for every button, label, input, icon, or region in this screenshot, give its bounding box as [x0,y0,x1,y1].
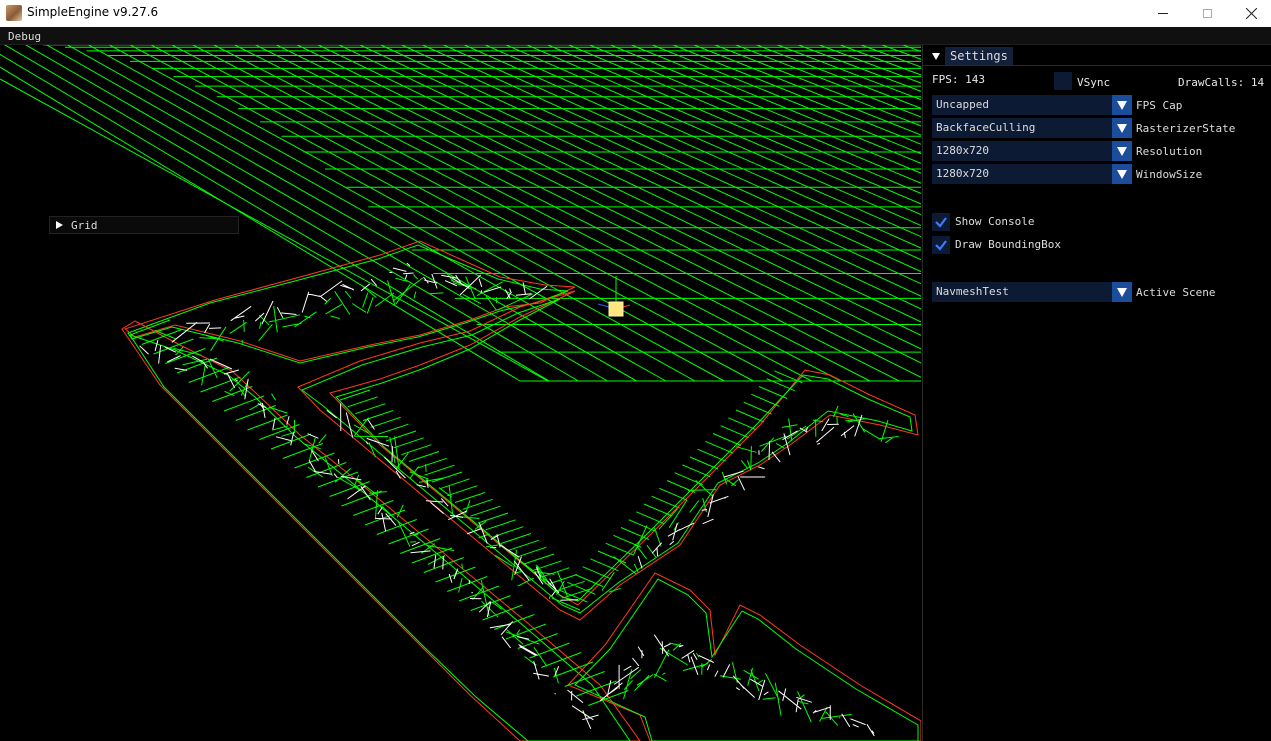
grid-line [463,45,921,249]
settings-title: Settings [945,47,1013,65]
fps-cap-combo[interactable]: Uncapped [932,95,1132,115]
grid-line [24,45,608,382]
grid-window[interactable]: Grid [49,216,239,234]
draw-boundingbox-checkbox[interactable] [932,236,950,254]
grid-line [45,45,637,382]
grid-line [87,45,696,382]
light-gizmo[interactable] [597,276,631,317]
window-size-value: 1280x720 [936,167,989,180]
window-title: SimpleEngine v9.27.6 [27,5,159,19]
active-scene-label: Active Scene [1136,286,1216,299]
fps-cap-value: Uncapped [936,98,989,111]
minimize-icon [1158,13,1168,14]
drawcalls-readout: DrawCalls: 14 [1178,76,1265,89]
expand-arrow-icon[interactable] [56,221,63,229]
grid-line [588,45,921,184]
close-button[interactable] [1228,0,1271,27]
menu-debug[interactable]: Debug [8,30,41,43]
grid-line [776,45,921,101]
grid-line [918,45,921,381]
checkmark-icon [935,240,947,251]
draw-boundingbox-label: Draw BoundingBox [955,238,1061,251]
rasterizer-state-value: BackfaceCulling [936,121,1036,134]
show-console-checkbox[interactable] [932,213,950,231]
grid-line [609,45,921,174]
grid-line [379,45,921,297]
active-scene-combo[interactable]: NavmeshTest [932,282,1132,302]
rasterizer-state-label: RasterizerState [1136,122,1236,135]
show-console-label: Show Console [955,215,1035,228]
title-bar: SimpleEngine v9.27.6 [0,0,1271,27]
settings-header[interactable]: Settings [923,47,1271,65]
minimize-button[interactable] [1140,0,1186,27]
dropdown-arrow-icon[interactable] [1112,95,1132,115]
navmesh-walkable-area [121,240,921,741]
grid-line [797,45,921,92]
maximize-icon [1202,9,1212,18]
dropdown-arrow-icon[interactable] [1112,118,1132,138]
ground-grid [0,45,921,382]
grid-line [212,45,871,382]
vsync-checkbox[interactable] [1054,72,1072,90]
window-size-label: WindowSize [1136,168,1203,181]
active-scene-value: NavmeshTest [936,285,1009,298]
grid-line [275,45,921,364]
scene-viewport[interactable]: Grid [0,45,921,741]
grid-line [838,45,921,76]
dropdown-arrow-icon[interactable] [1112,282,1132,302]
vsync-label: VSync [1077,76,1111,89]
grid-line [66,45,667,382]
grid-line [630,45,921,164]
grid-line [525,45,921,216]
resolution-combo[interactable]: 1280x720 [932,141,1132,161]
app-icon [6,5,22,21]
fps-readout: FPS: 143 [932,73,985,86]
maximize-button[interactable] [1184,0,1230,27]
dropdown-arrow-icon[interactable] [1112,141,1132,161]
navmesh-render [0,45,921,741]
window-size-combo[interactable]: 1280x720 [932,164,1132,184]
close-icon [1245,8,1257,19]
resolution-label: Resolution [1136,145,1203,158]
settings-panel: Settings FPS: 143 VSync DrawCalls: 14 Un… [922,45,1271,741]
dropdown-arrow-icon[interactable] [1112,164,1132,184]
grid-line [421,45,921,273]
collapse-arrow-icon[interactable] [932,53,940,60]
header-divider [923,65,1271,66]
resolution-value: 1280x720 [936,144,989,157]
fps-cap-label: FPS Cap [1136,99,1183,112]
rasterizer-state-combo[interactable]: BackfaceCulling [932,118,1132,138]
menu-bar: Debug [0,27,1271,45]
checkmark-icon [935,217,947,228]
grid-window-title: Grid [71,219,98,232]
